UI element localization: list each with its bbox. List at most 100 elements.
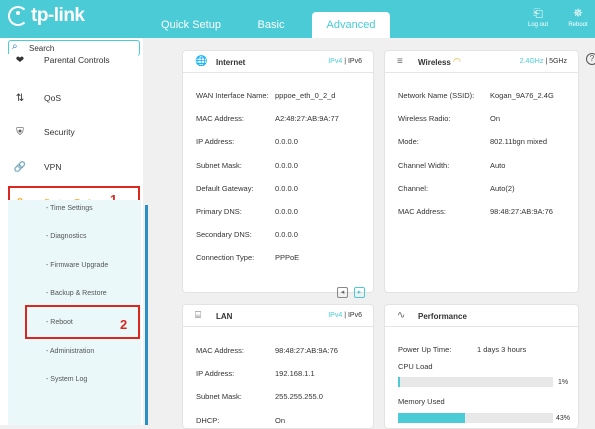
cpu-load-label: CPU Load bbox=[398, 362, 433, 371]
info-label: Primary DNS: bbox=[196, 207, 242, 216]
globe-icon: 🌐 bbox=[195, 56, 208, 67]
internet-card-header: 🌐 Internet IPv4 | IPv6 bbox=[183, 51, 373, 73]
info-label: Secondary DNS: bbox=[196, 230, 252, 240]
info-value: 0.0.0.0 bbox=[275, 160, 298, 170]
performance-card-header: ∿ Performance bbox=[385, 305, 578, 327]
ip-version-switch: IPv4 | IPv6 bbox=[328, 58, 362, 65]
performance-title: Performance bbox=[418, 312, 467, 321]
memory-used-percent: 43% bbox=[556, 415, 571, 422]
ipv4-link[interactable]: IPv4 bbox=[328, 312, 342, 319]
separator: | bbox=[344, 312, 347, 319]
wireless-signal-icon: ≡ bbox=[397, 56, 403, 67]
lan-card: ⌸ LAN IPv4 | IPv6 MAC Address: 98:48:27:A… bbox=[182, 304, 374, 429]
info-label: Mode: bbox=[398, 137, 419, 147]
ipv6-link[interactable]: IPv6 bbox=[348, 58, 362, 65]
tab-basic[interactable]: Basic bbox=[252, 12, 290, 38]
submenu-administration[interactable]: - Administration bbox=[8, 342, 141, 362]
reboot-icon: ✵ bbox=[572, 6, 584, 20]
info-label: WAN Interface Name: bbox=[196, 91, 269, 100]
next-page-button[interactable]: ▸ bbox=[354, 287, 365, 298]
logo-mark-icon bbox=[8, 6, 28, 26]
info-value: On bbox=[490, 114, 501, 124]
reboot-label: Reboot bbox=[568, 22, 588, 28]
info-label: Wireless Radio: bbox=[398, 114, 451, 124]
performance-card: ∿ Performance Power Up Time: 1 days 3 ho… bbox=[384, 304, 579, 429]
sidebar-item-label: QoS bbox=[44, 93, 62, 103]
search-icon: ⌕ bbox=[12, 41, 18, 52]
info-value: On bbox=[275, 415, 286, 425]
tab-quick-setup[interactable]: Quick Setup bbox=[160, 12, 222, 38]
vpn-link-icon: 🔗 bbox=[13, 161, 27, 173]
cpu-load-percent: 1% bbox=[558, 379, 569, 386]
info-value: 0.0.0.0 bbox=[275, 137, 298, 147]
cpu-load-fill bbox=[398, 377, 400, 387]
sidebar-item-label: Security bbox=[44, 127, 75, 137]
lan-card-header: ⌸ LAN IPv4 | IPv6 bbox=[183, 305, 373, 327]
info-value: 0.0.0.0 bbox=[275, 183, 298, 193]
wireless-card-header: ≡ Wireless ◠ 2.4GHz | 5GHz bbox=[385, 51, 578, 73]
info-label: IP Address: bbox=[196, 137, 235, 147]
info-label: Default Gateway: bbox=[196, 183, 254, 193]
band-24ghz-link[interactable]: 2.4GHz bbox=[520, 58, 544, 65]
info-label: MAC Address: bbox=[398, 207, 446, 216]
qos-icon: ⇅ bbox=[15, 92, 25, 104]
info-label: Channel: bbox=[398, 183, 429, 193]
submenu-system-log[interactable]: - System Log bbox=[8, 370, 141, 390]
wifi-icon: ◠ bbox=[453, 56, 461, 66]
info-label: MAC Address: bbox=[196, 114, 244, 124]
submenu-diagnostics[interactable]: - Diagnostics bbox=[8, 227, 141, 247]
wireless-title: Wireless bbox=[418, 58, 451, 67]
cpu-load-bar bbox=[398, 377, 553, 387]
info-value: PPPoE bbox=[275, 253, 300, 263]
tp-link-logo: tp-link bbox=[8, 5, 85, 27]
info-label: IP Address: bbox=[196, 369, 235, 379]
info-label: Subnet Mask: bbox=[196, 392, 242, 402]
info-label: Subnet Mask: bbox=[196, 160, 242, 170]
sidebar-item-security[interactable]: ⛨ Security bbox=[8, 118, 138, 146]
submenu-firmware-upgrade[interactable]: - Firmware Upgrade bbox=[8, 256, 141, 276]
info-value: Kogan_9A76_2.4G bbox=[490, 91, 554, 100]
info-label: Channel Width: bbox=[398, 160, 450, 170]
info-value: Auto bbox=[490, 160, 506, 170]
sidebar-scrollbar-thumb[interactable] bbox=[145, 205, 148, 425]
prev-page-button[interactable]: ◂ bbox=[337, 287, 348, 298]
help-icon[interactable]: ? bbox=[586, 53, 595, 65]
submenu-time-settings[interactable]: - Time Settings bbox=[8, 199, 141, 219]
logout-button[interactable]: ⎗ Log out bbox=[524, 7, 552, 29]
lan-title: LAN bbox=[216, 312, 233, 321]
sidebar-item-label: Parental Controls bbox=[44, 55, 110, 65]
ipv4-link[interactable]: IPv4 bbox=[328, 58, 342, 65]
separator: | bbox=[545, 58, 548, 65]
info-label: Connection Type: bbox=[196, 253, 255, 263]
internet-title: Internet bbox=[216, 58, 246, 67]
memory-used-label: Memory Used bbox=[398, 397, 445, 406]
sidebar-item-label: VPN bbox=[44, 162, 62, 172]
pulse-icon: ∿ bbox=[397, 310, 406, 321]
internet-card: 🌐 Internet IPv4 | IPv6 WAN Interface Nam… bbox=[182, 50, 374, 298]
info-value: 802.11bgn mixed bbox=[490, 137, 547, 147]
reboot-button[interactable]: ✵ Reboot bbox=[565, 6, 591, 29]
ip-version-switch: IPv4 | IPv6 bbox=[328, 312, 362, 319]
info-value: 0.0.0.0 bbox=[275, 230, 298, 240]
search-placeholder: Search bbox=[29, 44, 55, 53]
lan-port-icon: ⌸ bbox=[195, 310, 201, 321]
info-value: pppoe_eth_0_2_d bbox=[275, 91, 336, 100]
sidebar-item-parental-controls[interactable]: ❤ Parental Controls bbox=[8, 54, 138, 74]
submenu-backup-restore[interactable]: - Backup & Restore bbox=[8, 284, 141, 304]
sidebar-item-qos[interactable]: ⇅ QoS bbox=[8, 84, 138, 112]
info-value: A2:48:27:AB:9A:77 bbox=[275, 114, 339, 124]
ipv6-link[interactable]: IPv6 bbox=[348, 312, 362, 319]
info-value: 98:48:27:AB:9A:76 bbox=[490, 207, 553, 216]
info-label: DHCP: bbox=[196, 415, 220, 425]
info-value: 0.0.0.0 bbox=[275, 207, 298, 216]
separator: | bbox=[344, 58, 347, 65]
logout-label: Log out bbox=[527, 22, 549, 28]
parental-controls-icon: ❤ bbox=[15, 54, 25, 66]
uptime-label: Power Up Time: bbox=[398, 345, 452, 354]
band-5ghz-link[interactable]: 5GHz bbox=[549, 58, 567, 65]
uptime-value: 1 days 3 hours bbox=[477, 345, 527, 354]
tab-advanced[interactable]: Advanced bbox=[312, 12, 390, 38]
shield-icon: ⛨ bbox=[16, 126, 24, 138]
logo-text: tp-link bbox=[31, 5, 85, 26]
sidebar-item-vpn[interactable]: 🔗 VPN bbox=[8, 153, 138, 181]
